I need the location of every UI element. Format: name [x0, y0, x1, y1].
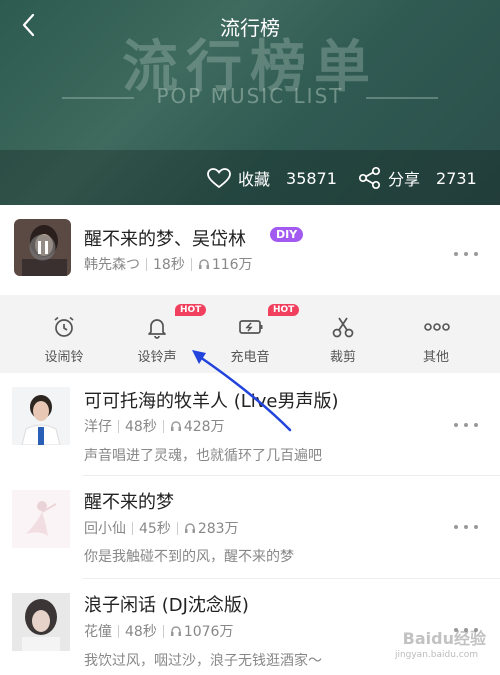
trim-label: 裁剪: [329, 350, 356, 365]
more-icon: [424, 323, 450, 331]
collect-count: 35871: [286, 168, 337, 188]
now-playing-title: 醒不来的梦、吴岱林: [84, 229, 246, 250]
headphones-icon: [184, 523, 195, 533]
song-comment: 你是我触碰不到的风，醒不来的梦: [84, 549, 294, 565]
song-artist: 回小仙: [84, 521, 126, 537]
song-duration: 45秒: [139, 521, 171, 537]
headphones-icon: [198, 259, 209, 269]
song-meta: 花僮 48秒 1076万: [84, 621, 233, 641]
song-artist: 洋仔: [84, 419, 112, 435]
other-label: 其他: [422, 350, 449, 365]
divider: [162, 419, 164, 433]
song-thumbnail: [12, 593, 70, 651]
now-playing-plays: 116万: [211, 257, 253, 273]
share-count: 2731: [436, 168, 477, 188]
song-comment: 我饮过风，咽过沙，浪子无钱逛酒家～: [84, 653, 322, 669]
divider: [118, 419, 119, 433]
now-playing-more-button[interactable]: [454, 250, 480, 258]
song-item[interactable]: 可可托海的牧羊人 (Live男声版) 洋仔 48秒 428万 声音唱进了灵魂，也…: [0, 373, 500, 476]
header-subtitle-row: POP MUSIC LIST: [0, 84, 500, 108]
alarm-clock-icon: [54, 316, 74, 337]
song-meta: 洋仔 48秒 428万: [84, 416, 225, 436]
subtitle-line-right: [366, 97, 438, 99]
divider: [118, 624, 119, 638]
share-button[interactable]: 分享 2731: [358, 166, 477, 190]
scissors-icon: [332, 317, 354, 338]
now-playing-row[interactable]: 醒不来的梦、吴岱林 韩先森つ 18秒 116万: [0, 205, 500, 295]
collect-button[interactable]: 收藏 35871: [206, 166, 337, 190]
song-duration: 48秒: [125, 419, 157, 435]
now-playing-meta: 韩先森つ 18秒 116万: [84, 254, 253, 274]
now-playing-cover[interactable]: [14, 219, 71, 276]
share-label: 分享: [388, 170, 421, 189]
watermark-url: jingyan.baidu.com: [394, 650, 478, 660]
song-item[interactable]: 醒不来的梦 回小仙 45秒 283万 你是我触碰不到的风，醒不来的梦: [0, 476, 500, 579]
song-more-button[interactable]: [454, 523, 480, 531]
share-icon: [358, 166, 381, 190]
action-bar: 设闹铃 设铃声 HOT 充电音 HOT 裁剪 其他: [0, 295, 500, 373]
headphones-icon: [170, 626, 181, 636]
other-button[interactable]: 其他: [386, 295, 486, 373]
song-duration: 48秒: [125, 624, 157, 640]
song-title: 可可托海的牧羊人 (Live男声版): [84, 391, 339, 412]
charging-sound-label: 充电音: [230, 350, 270, 365]
song-plays: 1076万: [183, 624, 234, 640]
divider: [190, 257, 192, 271]
heart-icon: [207, 168, 231, 189]
watermark-logo: Baidu经验: [402, 629, 486, 648]
song-title: 醒不来的梦: [84, 492, 174, 513]
bell-icon: [148, 319, 166, 339]
trim-button[interactable]: 裁剪: [293, 295, 393, 373]
song-thumbnail: [12, 387, 70, 445]
now-playing-artist: 韩先森つ: [84, 257, 140, 273]
song-plays: 283万: [197, 521, 239, 537]
set-alarm-button[interactable]: 设闹铃: [14, 295, 114, 373]
battery-charging-icon: [239, 320, 263, 334]
song-more-button[interactable]: [454, 421, 480, 429]
page-title: 流行榜: [220, 16, 280, 40]
divider: [176, 521, 178, 535]
song-plays: 428万: [183, 419, 225, 435]
song-meta: 回小仙 45秒 283万: [84, 518, 239, 538]
song-comment: 声音唱进了灵魂，也就循环了几百遍吧: [84, 448, 322, 464]
headphones-icon: [170, 421, 181, 431]
set-ringtone-label: 设铃声: [137, 350, 177, 365]
divider: [132, 521, 133, 535]
set-alarm-label: 设闹铃: [44, 350, 84, 365]
now-playing-duration: 18秒: [153, 257, 185, 273]
song-artist: 花僮: [84, 624, 112, 640]
collect-label: 收藏: [238, 170, 271, 189]
playlist-header: 流行榜单 POP MUSIC LIST 流行榜 收藏 35871 分享 2731: [0, 0, 500, 205]
divider: [146, 257, 147, 271]
song-title: 浪子闲话 (DJ沈念版): [84, 595, 249, 616]
divider: [162, 624, 164, 638]
header-subtitle: POP MUSIC LIST: [156, 84, 344, 108]
diy-badge: DIY: [270, 227, 304, 242]
pause-icon[interactable]: [35, 239, 51, 256]
song-thumbnail: [12, 490, 70, 548]
